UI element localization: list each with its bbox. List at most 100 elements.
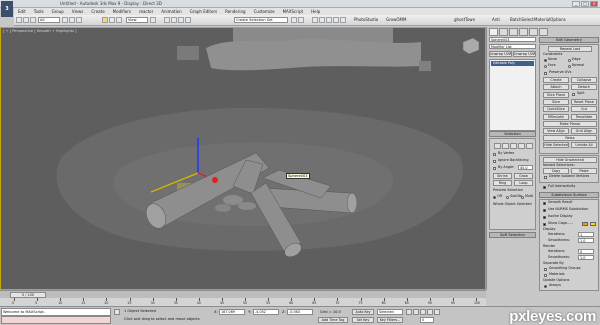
unwrap-uvw-button[interactable]: Unwrap UVW — [489, 51, 512, 57]
constraint-face-radio[interactable] — [544, 65, 547, 68]
constraint-edge-radio[interactable] — [568, 59, 571, 62]
subdivision-surface-rollout[interactable]: Subdivision Surface — [539, 192, 599, 198]
detach-button[interactable]: Detach — [571, 84, 597, 90]
menu-maxscript[interactable]: MAXScript — [279, 9, 308, 14]
menu-rendering[interactable]: Rendering — [221, 9, 249, 14]
previous-frame-icon[interactable] — [413, 309, 419, 315]
vertex-mode-icon[interactable] — [494, 143, 501, 149]
app-logo-icon[interactable]: 3 — [1, 1, 13, 17]
select-link-icon[interactable] — [30, 17, 36, 23]
menu-create[interactable]: Create — [87, 9, 108, 14]
hierarchy-tab-icon[interactable] — [509, 28, 518, 36]
menu-modifiers[interactable]: Modifiers — [109, 9, 135, 14]
percent-snap-icon[interactable] — [178, 17, 184, 23]
go-to-end-icon[interactable] — [434, 309, 440, 315]
close-button[interactable]: × — [590, 1, 598, 7]
grid-align-button[interactable]: Grid Align — [571, 128, 597, 134]
scene-canvas[interactable] — [1, 28, 486, 290]
undo-icon[interactable] — [16, 17, 22, 23]
attach-button[interactable]: Attach — [543, 84, 569, 90]
curve-editor-icon[interactable] — [312, 17, 318, 23]
menu-views[interactable]: Views — [68, 9, 88, 14]
play-icon[interactable] — [420, 309, 426, 315]
smoothing-groups-checkbox[interactable] — [544, 268, 547, 271]
z-coordinate-field[interactable]: -0.063 — [287, 309, 313, 315]
cage-selected-color-swatch[interactable] — [590, 222, 596, 226]
edge-mode-icon[interactable] — [502, 143, 509, 149]
render-icon[interactable] — [340, 17, 346, 23]
preserve-uvs-checkbox[interactable] — [544, 72, 547, 75]
set-key-button[interactable]: Set Key — [352, 317, 374, 323]
grow-button[interactable]: Grow — [514, 173, 533, 179]
add-time-tag-button[interactable]: Add Time Tag — [318, 317, 348, 323]
menu-tools[interactable]: Tools — [30, 9, 48, 14]
batchselect-label[interactable]: BatchSelect — [510, 17, 534, 23]
selected-dropdown[interactable]: Selected — [377, 309, 403, 315]
hide-selected-button[interactable]: Hide Selected — [543, 142, 569, 148]
always-radio[interactable] — [544, 285, 547, 288]
create-button[interactable]: Create — [543, 77, 569, 83]
selection-rollout[interactable]: Selection — [489, 131, 536, 137]
object-name-field[interactable]: Sphere003 — [489, 37, 536, 42]
constraint-none-radio[interactable] — [544, 59, 547, 62]
split-checkbox[interactable] — [572, 93, 575, 96]
maxscript-listener-output[interactable] — [1, 316, 111, 324]
full-interactivity-checkbox[interactable] — [543, 186, 546, 189]
spinner-snap-icon[interactable] — [185, 17, 191, 23]
loop-button[interactable]: Loop — [514, 180, 533, 186]
constraint-normal-radio[interactable] — [568, 65, 571, 68]
smooth-result-checkbox[interactable] — [543, 202, 546, 205]
cut-button[interactable]: Cut — [571, 106, 597, 112]
menu-animation[interactable]: Animation — [157, 9, 185, 14]
photostudio-label[interactable]: PhotoStudio — [354, 17, 378, 23]
menu-reactor[interactable]: reactor — [135, 9, 157, 14]
menu-customize[interactable]: Customize — [250, 9, 279, 14]
snap-icon[interactable] — [164, 17, 170, 23]
materials-checkbox[interactable] — [544, 274, 547, 277]
display-tab-icon[interactable] — [529, 28, 538, 36]
redo-icon[interactable] — [23, 17, 29, 23]
select-scale-icon[interactable] — [116, 17, 122, 23]
ring-button[interactable]: Ring — [493, 180, 512, 186]
growomm-label[interactable]: GrowOMM — [386, 17, 406, 23]
render-setup-icon[interactable] — [333, 17, 339, 23]
modifier-stack[interactable]: Editable Poly — [489, 59, 536, 131]
modify-tab-icon[interactable] — [499, 28, 508, 36]
x-coordinate-field[interactable]: 167.069 — [219, 309, 245, 315]
shrink-button[interactable]: Shrink — [493, 173, 512, 179]
y-coordinate-field[interactable]: -4.052 — [253, 309, 279, 315]
maximize-button[interactable]: □ — [581, 1, 589, 7]
auto-key-button[interactable]: Auto Key — [352, 309, 374, 315]
slice-plane-button[interactable]: Slice Plane — [543, 92, 569, 98]
tessellate-button[interactable]: Tessellate — [571, 114, 597, 120]
delete-isolated-checkbox[interactable] — [544, 176, 547, 179]
unwrap-uvw-button-2[interactable]: Unwrap UVW — [513, 51, 536, 57]
use-nurms-checkbox[interactable] — [543, 209, 546, 212]
lock-selection-icon[interactable] — [114, 309, 120, 315]
make-planar-button[interactable]: Make Planar — [543, 121, 597, 127]
menu-edit[interactable]: Edit — [14, 9, 30, 14]
element-mode-icon[interactable] — [526, 143, 533, 149]
materialoptions-label[interactable]: MaterialOptions — [534, 17, 566, 23]
named-selection-dropdown[interactable]: Create Selection Set — [234, 17, 288, 23]
reset-plane-button[interactable]: Reset Plane — [571, 99, 597, 105]
view-align-button[interactable]: View Align — [543, 128, 569, 134]
perspective-viewport[interactable]: [ + ] Perspective [ Smooth + Highlights … — [0, 27, 486, 290]
schematic-view-icon[interactable] — [319, 17, 325, 23]
menu-graph-editors[interactable]: Graph Editors — [186, 9, 221, 14]
pivot-icon[interactable] — [150, 17, 156, 23]
ignore-backfacing-checkbox[interactable] — [493, 160, 496, 163]
isoline-display-checkbox[interactable] — [543, 216, 546, 219]
track-bar[interactable]: 0 5 10 15 20 25 30 35 40 45 50 55 60 65 70 75 80 85 90 95 10… — [0, 298, 486, 306]
next-frame-icon[interactable] — [427, 309, 433, 315]
preview-subobj-radio[interactable] — [506, 196, 509, 199]
anti-label[interactable]: Anti — [492, 17, 500, 23]
soft-selection-rollout[interactable]: Soft Selection — [489, 232, 536, 238]
menu-help[interactable]: Help — [307, 9, 324, 14]
ghosttown-label[interactable]: ghostTown — [454, 17, 475, 23]
rect-selection-icon[interactable] — [76, 17, 82, 23]
motion-tab-icon[interactable] — [519, 28, 528, 36]
quickslice-button[interactable]: QuickSlice — [543, 106, 569, 112]
select-object-icon[interactable] — [62, 17, 68, 23]
select-move-icon[interactable] — [102, 17, 108, 23]
